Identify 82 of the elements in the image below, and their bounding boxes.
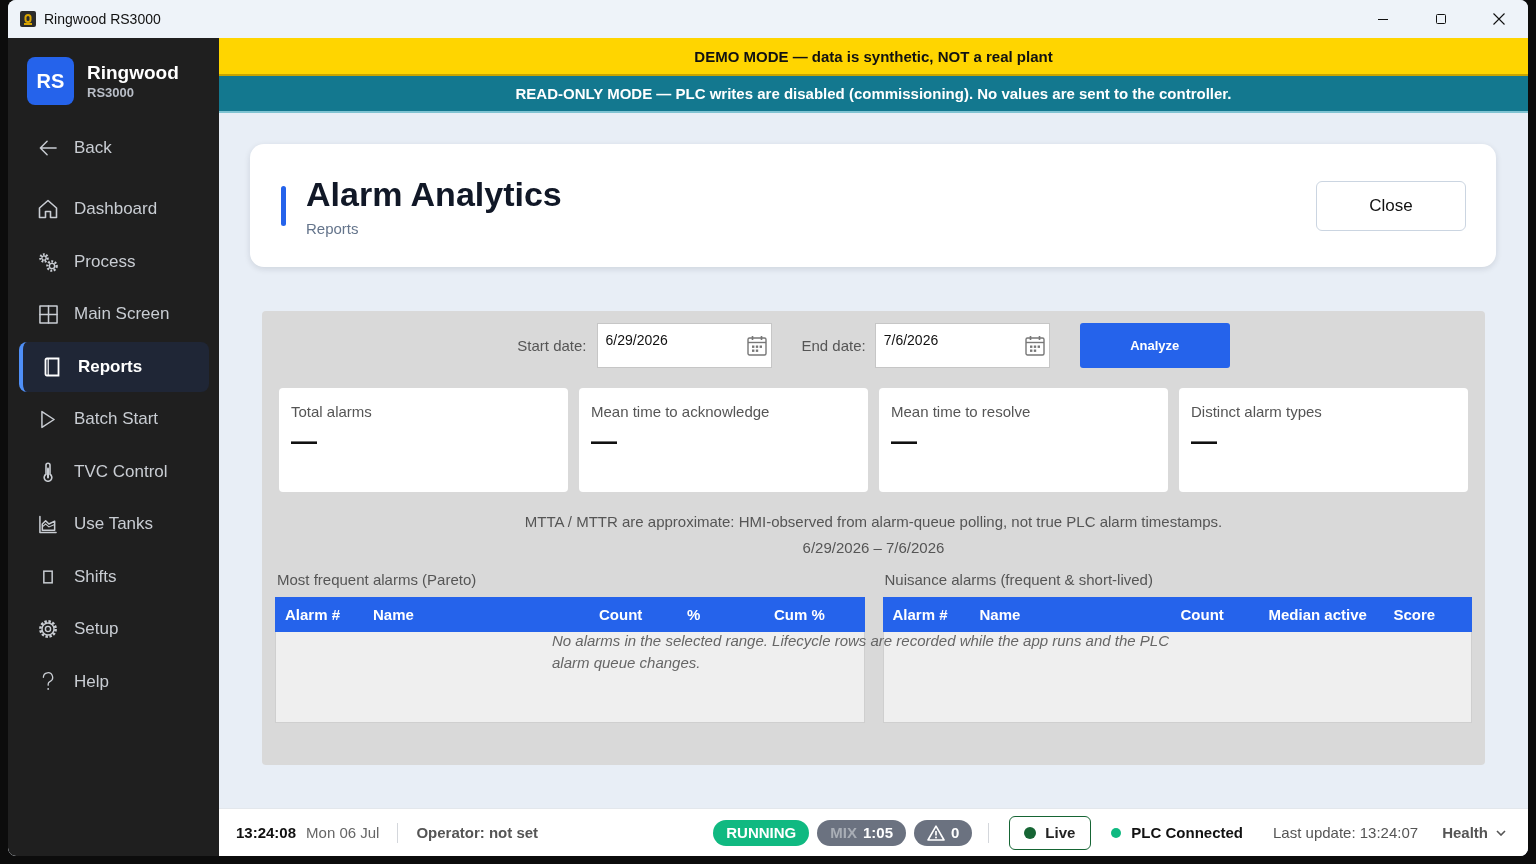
close-button[interactable]: Close <box>1316 180 1466 231</box>
timer-value: 1:05 <box>862 824 893 841</box>
column-header: Cum % <box>774 606 826 623</box>
brand-name: Ringwood <box>87 61 179 84</box>
nav-item[interactable]: Batch Start <box>15 394 209 444</box>
help-icon <box>42 671 54 692</box>
column-header: Count <box>1180 606 1225 623</box>
stat-value: — <box>891 426 917 456</box>
logo-tile: RS <box>27 57 74 105</box>
timer-label: MIX <box>830 824 857 841</box>
calendar-icon <box>746 335 767 356</box>
play-icon <box>41 409 55 429</box>
date-range: 6/29/2026 – 7/6/2026 <box>802 538 945 558</box>
area-chart-icon <box>38 514 58 534</box>
brand-model: RS3000 <box>87 84 135 101</box>
stat-label: Total alarms <box>291 402 372 422</box>
stat-label: Mean time to resolve <box>891 402 1031 422</box>
rectangle-icon <box>43 569 53 584</box>
read-only-banner: READ-ONLY MODE — PLC writes are disabled (commissioning). No values are sent to the controller. <box>219 76 1528 113</box>
column-header: Count <box>599 606 644 623</box>
close-icon <box>1493 13 1505 25</box>
operator-label: Operator: not set <box>416 824 539 841</box>
nav-item[interactable]: Dashboard <box>15 184 209 234</box>
column-header: Score <box>1393 606 1437 623</box>
maximize-icon <box>1436 14 1446 24</box>
page-title: Alarm Analytics <box>306 174 562 214</box>
nav-item[interactable]: Setup <box>15 604 209 654</box>
nav-item[interactable]: Main Screen <box>15 289 209 339</box>
grid-icon <box>38 304 58 324</box>
analyze-button[interactable]: Analyze <box>1079 323 1230 368</box>
back-link[interactable]: Back <box>15 123 209 173</box>
end-date-field[interactable]: 7/6/2026 <box>874 323 1050 368</box>
date-value: 6/29/2026 <box>604 331 668 350</box>
stat-value: — <box>591 426 617 456</box>
date-value: 7/6/2026 <box>882 331 939 350</box>
minimize-icon <box>1378 18 1388 20</box>
thermometer-icon <box>43 461 53 482</box>
arrow-left-icon <box>38 139 58 157</box>
empty-state-message: No alarms in the selected range. Lifecycle rows are recorded while the app runs and the PLC alarm queue changes. <box>552 631 1170 673</box>
warning-icon <box>927 824 945 841</box>
alarm-count: 0 <box>951 824 960 841</box>
alarm-count-badge[interactable]: 0 <box>914 819 973 846</box>
column-header: % <box>687 606 702 623</box>
nav-item[interactable]: Process <box>15 236 209 287</box>
stat-label: Distinct alarm types <box>1191 402 1322 422</box>
stat-label: Mean time to acknowledge <box>591 402 770 422</box>
clock-date: Mon 06 Jul <box>306 824 380 841</box>
column-header: Median active <box>1268 606 1368 623</box>
home-icon <box>38 199 58 219</box>
page-subtitle: Reports <box>306 220 360 237</box>
run-state-badge: RUNNING <box>713 819 810 846</box>
gears-icon <box>38 251 58 272</box>
table-title: Nuisance alarms (frequent & short-lived) <box>883 570 1154 590</box>
table-title: Most frequent alarms (Pareto) <box>276 570 478 590</box>
end-date-label: End date: <box>801 337 866 354</box>
accent-bar <box>281 185 286 226</box>
clock-time: 13:24:08 <box>236 824 297 841</box>
calendar-icon <box>1024 335 1045 356</box>
live-button[interactable]: Live <box>1009 815 1092 850</box>
nav-item[interactable]: Help <box>15 656 209 707</box>
nav-item[interactable]: Reports <box>19 341 209 392</box>
column-header: Name <box>979 606 1022 623</box>
nav-item[interactable]: Use Tanks <box>15 499 209 549</box>
last-update: Last update: 13:24:07 <box>1273 824 1419 841</box>
window-title: Ringwood RS3000 <box>44 11 161 27</box>
demo-mode-banner: DEMO MODE — data is synthetic, NOT a real plant <box>219 38 1528 76</box>
settings-icon <box>38 619 58 639</box>
app-logo-icon <box>20 11 36 27</box>
stat-value: — <box>291 426 317 456</box>
start-date-field[interactable]: 6/29/2026 <box>596 323 772 368</box>
column-header: Alarm # <box>892 606 949 623</box>
stat-value: — <box>1191 426 1217 456</box>
start-date-label: Start date: <box>517 337 587 354</box>
plc-status: PLC Connected <box>1131 824 1244 841</box>
nav-item[interactable]: Shifts <box>15 551 209 602</box>
document-icon <box>44 356 60 377</box>
health-menu-button[interactable]: Health <box>1442 824 1506 841</box>
column-header: Name <box>373 606 415 623</box>
chevron-down-icon <box>1496 829 1506 836</box>
column-header: Alarm # <box>285 606 342 623</box>
approximation-note: MTTA / MTTR are approximate: HMI-observed from alarm-queue polling, not true PLC alarm timestamps. <box>524 512 1223 532</box>
nav-item[interactable]: TVC Control <box>15 446 209 497</box>
